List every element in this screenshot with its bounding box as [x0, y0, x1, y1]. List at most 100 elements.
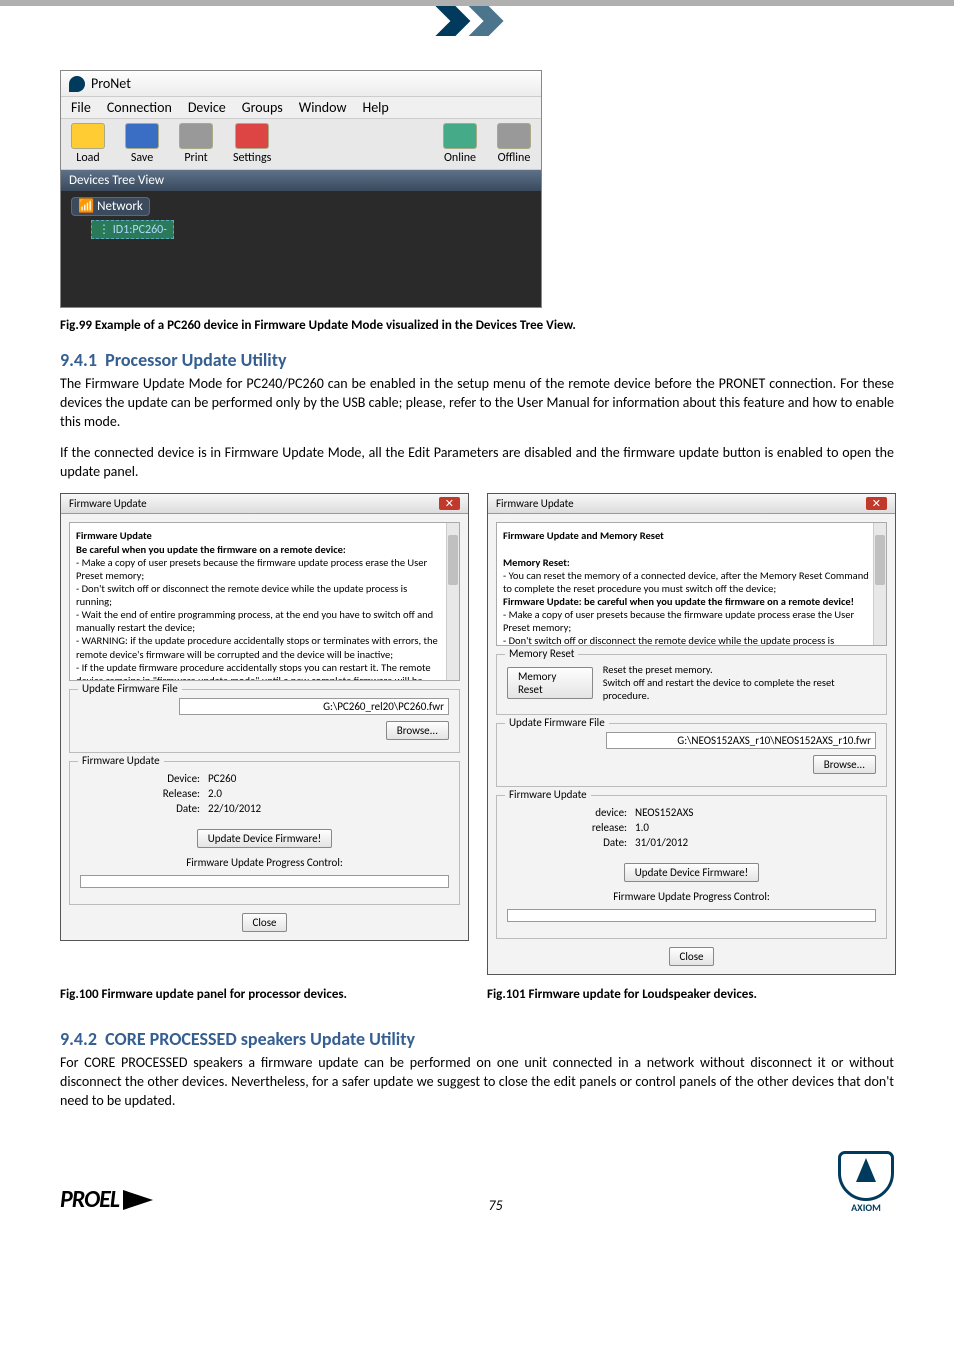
axiom-mark-icon — [838, 1151, 894, 1201]
info-textbox: Firmware Update and Memory Reset Memory … — [496, 522, 887, 646]
figure-100-caption: Fig.100 Firmware update panel for proces… — [60, 987, 467, 1002]
info-line: - Make a copy of user presets because th… — [503, 608, 854, 634]
info-line: - WARNING: if the update procedure accid… — [76, 634, 438, 660]
toolbar-offline-label: Offline — [498, 151, 531, 165]
kv-key: Release: — [80, 787, 200, 800]
file-path-field[interactable]: G:\NEOS152AXS_r10\NEOS152AXS_r10.fwr — [606, 732, 876, 749]
kv-key: Device: — [80, 772, 200, 785]
progress-bar — [507, 909, 876, 922]
firmware-update-dialog-loudspeaker: Firmware Update ✕ Firmware Update and Me… — [487, 493, 896, 975]
para-941b: If the connected device is in Firmware U… — [60, 444, 894, 482]
memory-reset-button[interactable]: Memory Reset — [507, 667, 593, 699]
folder-icon — [71, 123, 105, 149]
info-line: - Don't switch off or disconnect the rem… — [503, 634, 834, 646]
section-942-title: CORE PROCESSED speakers Update Utility — [105, 1028, 415, 1050]
menu-device[interactable]: Device — [188, 99, 226, 116]
tree-network-label: Network — [97, 199, 143, 214]
scrollbar-thumb[interactable] — [448, 535, 458, 585]
toolbar: Load Save Print Settings Online Offline — [61, 119, 541, 170]
group-legend: Memory Reset — [505, 647, 578, 660]
para-942: For CORE PROCESSED speakers a firmware u… — [60, 1054, 894, 1111]
proel-logo: PROEL — [60, 1185, 153, 1214]
axiom-logo: AXIOM — [838, 1151, 894, 1214]
tree-body: 📶 Network ⋮ ID1:PC260- — [61, 191, 541, 307]
toolbar-online[interactable]: Online — [433, 119, 487, 169]
menu-window[interactable]: Window — [299, 99, 347, 116]
memory-reset-text: Reset the preset memory. — [603, 663, 876, 676]
menu-connection[interactable]: Connection — [107, 99, 172, 116]
figure-99-caption: Fig.99 Example of a PC260 device in Firm… — [60, 318, 894, 333]
scrollbar[interactable] — [446, 523, 459, 680]
menu-help[interactable]: Help — [362, 99, 388, 116]
toolbar-save[interactable]: Save — [115, 119, 169, 169]
kv-key: release: — [507, 821, 627, 834]
tree-network-node[interactable]: 📶 Network — [71, 197, 150, 216]
close-button[interactable]: Close — [242, 913, 288, 932]
kv-value: PC260 — [208, 772, 236, 785]
offline-icon — [497, 123, 531, 149]
section-941-title: Processor Update Utility — [105, 349, 286, 371]
close-button[interactable]: Close — [669, 947, 715, 966]
menu-groups[interactable]: Groups — [242, 99, 283, 116]
page-footer: PROEL 75 AXIOM — [60, 1151, 894, 1214]
toolbar-save-label: Save — [131, 151, 153, 165]
firmware-update-group: Firmware Update device:NEOS152AXS releas… — [496, 795, 887, 939]
kv-key: Date: — [507, 836, 627, 849]
tree-device-label: ID1:PC260- — [113, 223, 167, 237]
disk-icon — [125, 123, 159, 149]
toolbar-settings[interactable]: Settings — [223, 119, 281, 169]
close-icon[interactable]: ✕ — [439, 497, 460, 510]
kv-value: 1.0 — [635, 821, 649, 834]
update-firmware-button[interactable]: Update Device Firmware! — [197, 829, 332, 848]
info-heading: Firmware Update — [76, 529, 152, 542]
arrow-icon — [123, 1190, 153, 1210]
scrollbar-thumb[interactable] — [875, 535, 885, 585]
menu-file[interactable]: File — [71, 99, 91, 116]
tree-device-node[interactable]: ⋮ ID1:PC260- — [91, 220, 174, 239]
toolbar-print-label: Print — [184, 151, 207, 165]
info-line: - Wait the end of entire programming pro… — [76, 608, 433, 634]
proel-logo-text: PROEL — [60, 1185, 119, 1214]
section-941-heading: 9.4.1 Processor Update Utility — [60, 349, 894, 371]
close-icon[interactable]: ✕ — [866, 497, 887, 510]
pronet-title-text: ProNet — [91, 75, 131, 92]
kv-value: NEOS152AXS — [635, 806, 693, 819]
toolbar-offline[interactable]: Offline — [487, 119, 541, 169]
section-942-num: 9.4.2 — [60, 1028, 97, 1050]
toolbar-load-label: Load — [76, 151, 99, 165]
pronet-logo-icon — [69, 76, 85, 92]
chevron-icon — [469, 6, 519, 36]
dialog-title-text: Firmware Update — [496, 497, 574, 510]
info-line: - You can reset the memory of a connecte… — [503, 569, 869, 595]
progress-bar — [80, 875, 449, 888]
update-firmware-button[interactable]: Update Device Firmware! — [624, 863, 759, 882]
memory-reset-text: Switch off and restart the device to com… — [603, 676, 876, 702]
toolbar-print[interactable]: Print — [169, 119, 223, 169]
toolbar-online-label: Online — [444, 151, 476, 165]
progress-label: Firmware Update Progress Control: — [507, 890, 876, 903]
group-legend: Update Firmware File — [505, 716, 609, 729]
update-file-group: Update Firmware File G:\PC260_rel20\PC26… — [69, 689, 460, 753]
firmware-update-group: Firmware Update Device:PC260 Release:2.0… — [69, 761, 460, 905]
axiom-logo-text: AXIOM — [851, 1201, 881, 1214]
info-subheading: Firmware Update: be careful when you upd… — [503, 595, 854, 608]
kv-key: device: — [507, 806, 627, 819]
menubar: File Connection Device Groups Window Hel… — [61, 97, 541, 119]
update-file-group: Update Firmware File G:\NEOS152AXS_r10\N… — [496, 723, 887, 787]
toolbar-settings-label: Settings — [233, 151, 271, 165]
page-number: 75 — [153, 1197, 838, 1214]
info-line: - Make a copy of user presets because th… — [76, 556, 427, 582]
info-textbox: Firmware Update Be careful when you upda… — [69, 522, 460, 681]
kv-key: Date: — [80, 802, 200, 815]
info-heading: Firmware Update and Memory Reset — [503, 529, 664, 542]
browse-button[interactable]: Browse... — [386, 721, 449, 740]
section-942-heading: 9.4.2 CORE PROCESSED speakers Update Uti… — [60, 1028, 894, 1050]
kv-value: 2.0 — [208, 787, 222, 800]
pronet-titlebar: ProNet — [61, 71, 541, 97]
kv-value: 31/01/2012 — [635, 836, 688, 849]
toolbar-load[interactable]: Load — [61, 119, 115, 169]
dialog-title-text: Firmware Update — [69, 497, 147, 510]
file-path-field[interactable]: G:\PC260_rel20\PC260.fwr — [179, 698, 449, 715]
browse-button[interactable]: Browse... — [813, 755, 876, 774]
scrollbar[interactable] — [873, 523, 886, 645]
